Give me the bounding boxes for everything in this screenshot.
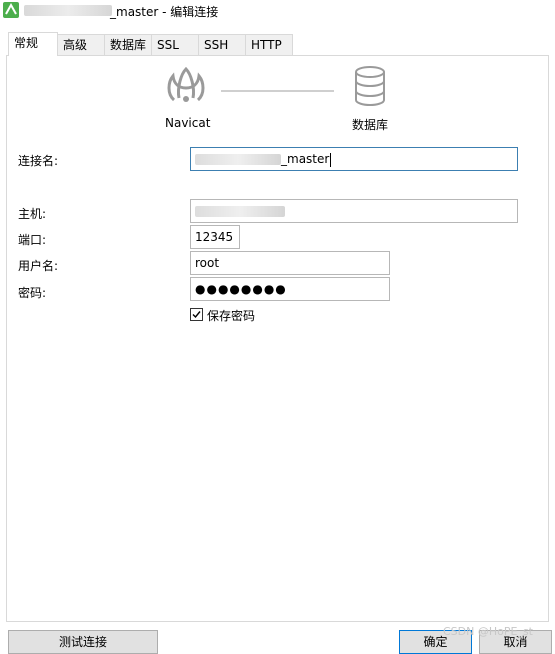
test-connection-button[interactable]: 测试连接 <box>8 630 158 654</box>
check-icon <box>192 311 201 319</box>
window-title: _master - 编辑连接 <box>110 5 219 19</box>
connection-line <box>221 90 334 92</box>
username-label: 用户名: <box>18 259 59 273</box>
tab-advanced[interactable]: 高级 <box>57 34 105 55</box>
tab-ssh[interactable]: SSH <box>198 34 246 55</box>
connection-name-suffix: _master <box>281 152 330 166</box>
database-caption: 数据库 <box>352 118 389 132</box>
save-password-checkbox[interactable] <box>190 308 203 321</box>
tab-general[interactable]: 常规 <box>8 32 58 56</box>
title-bar: _master - 编辑连接 <box>0 0 555 22</box>
navicat-caption: Navicat <box>165 116 211 130</box>
title-redacted <box>24 5 112 16</box>
connection-name-label: 连接名: <box>18 154 59 168</box>
tab-strip: 常规 高级 数据库 SSL SSH HTTP <box>0 32 555 56</box>
navicat-app-icon <box>3 2 19 18</box>
port-label: 端口: <box>18 233 47 247</box>
password-input[interactable]: ●●●●●●●● <box>190 277 390 301</box>
tab-http[interactable]: HTTP <box>245 34 293 55</box>
database-icon <box>355 66 385 106</box>
host-redacted <box>195 206 285 217</box>
username-input[interactable]: root <box>190 251 390 275</box>
connection-name-input[interactable]: _master <box>190 147 518 171</box>
host-input[interactable] <box>190 199 518 223</box>
password-label: 密码: <box>18 286 47 300</box>
connection-name-redacted <box>195 154 281 165</box>
tab-databases[interactable]: 数据库 <box>104 34 152 55</box>
navicat-logo-icon <box>167 66 205 102</box>
port-input[interactable]: 12345 <box>190 225 240 249</box>
watermark: CSDN @HoPE_st <box>443 625 533 638</box>
host-label: 主机: <box>18 207 47 221</box>
general-panel <box>6 55 549 622</box>
text-caret <box>330 152 332 167</box>
tab-ssl[interactable]: SSL <box>151 34 199 55</box>
save-password-label[interactable]: 保存密码 <box>207 307 255 324</box>
